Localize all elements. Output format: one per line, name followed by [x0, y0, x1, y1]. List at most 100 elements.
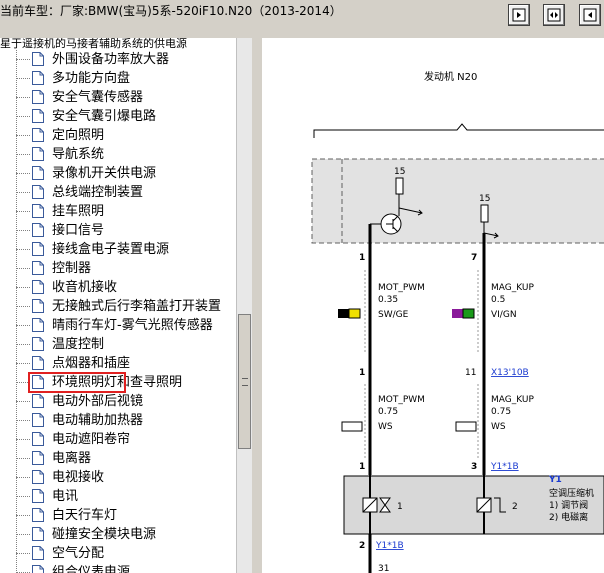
- tree-item[interactable]: 接线盒电子装置电源: [16, 240, 236, 259]
- tree-item[interactable]: 晴雨行车灯-雾气光照传感器: [16, 316, 236, 335]
- tree-item[interactable]: 定向照明: [16, 126, 236, 145]
- swatch-sw: [338, 309, 349, 318]
- tree-item[interactable]: 碰撞安全模块电源: [16, 525, 236, 544]
- comp-note-1: 1) 调节阀: [549, 500, 588, 511]
- tree-item-label: 录像机开关供电源: [52, 166, 157, 181]
- selection-highlight: [28, 372, 126, 393]
- tree-item[interactable]: 温度控制: [16, 335, 236, 354]
- fit-width-icon: [547, 8, 561, 22]
- document-icon: [32, 223, 44, 237]
- tree-connector: [16, 192, 30, 193]
- comp-desc: 空调压缩机: [549, 487, 594, 499]
- document-icon: [32, 147, 44, 161]
- tree-item[interactable]: 收音机接收: [16, 278, 236, 297]
- tree-item[interactable]: 多功能方向盘: [16, 69, 236, 88]
- tree-item[interactable]: 电离器: [16, 449, 236, 468]
- tree-item-label: 挂车照明: [52, 204, 105, 219]
- tree-connector: [16, 496, 30, 497]
- tree-connector: [16, 325, 30, 326]
- tree-item-label: 安全气囊引爆电路: [52, 109, 157, 124]
- fit-width-button[interactable]: [543, 4, 565, 26]
- next-page-button[interactable]: [579, 4, 601, 26]
- tree-item-label: 空气分配: [52, 546, 105, 561]
- fuse-left: [395, 177, 404, 195]
- swatch-ws-left: [341, 421, 363, 432]
- tree-connector: [16, 534, 30, 535]
- tree-item[interactable]: 无接触式后行李箱盖打开装置: [16, 297, 236, 316]
- document-icon: [32, 109, 44, 123]
- tree-item-label: 电视接收: [52, 470, 105, 485]
- tree-item[interactable]: 安全气囊引爆电路: [16, 107, 236, 126]
- wire2-name: MAG_KUP: [491, 283, 534, 293]
- tree-item[interactable]: 外围设备功率放大器: [16, 50, 236, 69]
- document-icon: [32, 242, 44, 256]
- wire2-color: VI/GN: [491, 310, 517, 320]
- swatch-ws-right: [455, 421, 477, 432]
- document-icon: [32, 546, 44, 560]
- wire3-name: MOT_PWM: [378, 395, 425, 405]
- fuse-right: [480, 204, 489, 223]
- tree-connector: [16, 230, 30, 231]
- tree-item[interactable]: 安全气囊传感器: [16, 88, 236, 107]
- comp-note-2: 2) 电磁离: [549, 511, 588, 523]
- document-icon: [32, 451, 44, 465]
- scrollbar-thumb[interactable]: [238, 314, 251, 449]
- tree-item[interactable]: 电动外部后视镜: [16, 392, 236, 411]
- tree-connector: [16, 401, 30, 402]
- tree-connector: [16, 420, 30, 421]
- fuse-left-label: 15: [394, 167, 405, 177]
- comp-pin-left: 1: [359, 462, 365, 472]
- wire1-name: MOT_PWM: [378, 283, 425, 293]
- conn-pin-left: 1: [359, 368, 365, 378]
- document-icon: [32, 166, 44, 180]
- document-icon: [32, 299, 44, 313]
- tree-item[interactable]: 挂车照明: [16, 202, 236, 221]
- tree-item[interactable]: 录像机开关供电源: [16, 164, 236, 183]
- document-icon: [32, 128, 44, 142]
- wire4-size: 0.75: [491, 407, 511, 417]
- tree-connector: [16, 173, 30, 174]
- tree-item-label: 电讯: [52, 489, 79, 504]
- tree-connector: [16, 116, 30, 117]
- tree-item[interactable]: 电动辅助加热器: [16, 411, 236, 430]
- window-title: 当前车型：厂家:BMW(宝马)5系-520iF10.N20（2013-2014）: [0, 4, 342, 18]
- tree-scrollbar[interactable]: [236, 38, 252, 573]
- tree-connector: [16, 553, 30, 554]
- tree-item[interactable]: 点烟器和插座: [16, 354, 236, 373]
- tree-item[interactable]: 白天行车灯: [16, 506, 236, 525]
- tree-item[interactable]: 电视接收: [16, 468, 236, 487]
- tree-item-label: 电离器: [52, 451, 92, 466]
- tree-item[interactable]: 组合仪表电源: [16, 563, 236, 573]
- tree-item[interactable]: 电动遮阳卷帘: [16, 430, 236, 449]
- wire3-size: 0.75: [378, 407, 398, 417]
- tree-item[interactable]: 空气分配: [16, 544, 236, 563]
- diagram-header: 发动机 N20: [424, 70, 477, 83]
- tree-item[interactable]: 控制器: [16, 259, 236, 278]
- tree-item-label: 组合仪表电源: [52, 565, 131, 573]
- tree-connector: [16, 268, 30, 269]
- document-icon: [32, 71, 44, 85]
- conn-ref-link[interactable]: X13'10B: [491, 368, 529, 378]
- inner-pin-2: 2: [512, 502, 518, 512]
- document-icon: [32, 52, 44, 66]
- tree-parent-label[interactable]: 星于遥接机的马接者辅助系统的供电源: [0, 38, 187, 50]
- tree-item-label: 碰撞安全模块电源: [52, 527, 157, 542]
- document-icon: [32, 470, 44, 484]
- comp-ref-top-link[interactable]: Y1*1B: [490, 462, 519, 472]
- bottom-ref-link[interactable]: Y1*1B: [375, 541, 404, 551]
- document-icon: [32, 394, 44, 408]
- pane-splitter[interactable]: [252, 38, 262, 573]
- tree-item-label: 点烟器和插座: [52, 356, 131, 371]
- tree-item-label: 外围设备功率放大器: [52, 52, 170, 67]
- tree-item[interactable]: 电讯: [16, 487, 236, 506]
- tree-item[interactable]: 接口信号: [16, 221, 236, 240]
- tree-item[interactable]: 导航系统: [16, 145, 236, 164]
- tree-connector: [16, 439, 30, 440]
- tree-item-label: 无接触式后行李箱盖打开装置: [52, 299, 222, 314]
- tree-item-label: 安全气囊传感器: [52, 90, 144, 105]
- document-icon: [32, 432, 44, 446]
- tree-item[interactable]: 总线端控制装置: [16, 183, 236, 202]
- tree-item-label: 接线盒电子装置电源: [52, 242, 170, 257]
- tree-item-label: 温度控制: [52, 336, 105, 353]
- prev-page-button[interactable]: [508, 4, 530, 26]
